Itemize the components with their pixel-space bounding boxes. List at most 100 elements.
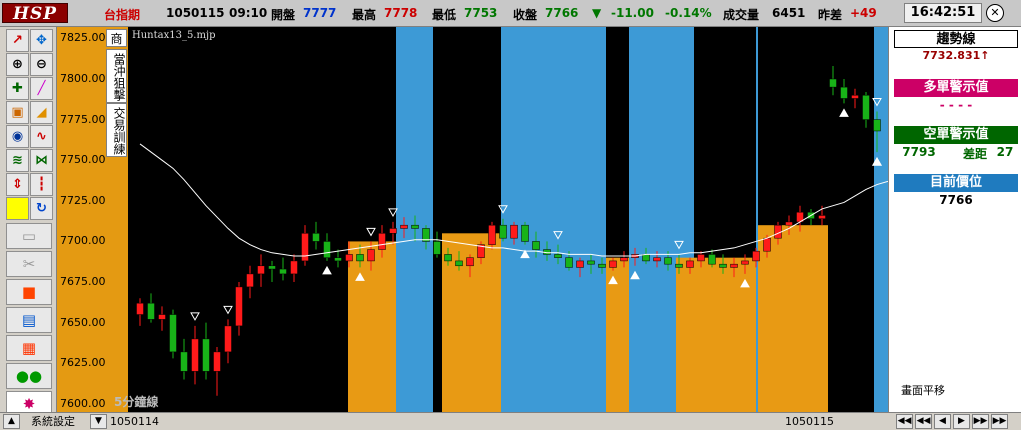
volume-value: 6451 bbox=[772, 6, 806, 20]
last-page-icon[interactable]: ▶▶ bbox=[991, 414, 1008, 429]
close-button[interactable]: ✕ bbox=[986, 4, 1004, 22]
candle-body bbox=[455, 260, 463, 267]
candle-body bbox=[576, 260, 584, 268]
position-label: 目前價位 bbox=[894, 174, 1018, 192]
y-tick-label: 7650.00 bbox=[60, 315, 106, 329]
y-tick-label: 7725.00 bbox=[60, 193, 106, 207]
status-bar: ▲ 系統設定 ▼ 1050114 1050115 ◀◀ ◀◀ ◀ ▶ ▶▶ ▶▶ bbox=[0, 412, 1021, 430]
orange-zone bbox=[348, 241, 396, 412]
rewind-icon[interactable]: ◀◀ bbox=[915, 414, 932, 429]
candle-body bbox=[730, 263, 738, 268]
candle-body bbox=[202, 338, 210, 372]
high-label: 最高 bbox=[352, 8, 377, 22]
candle-body bbox=[620, 257, 628, 262]
dropdown-arrow-icon[interactable]: ▼ bbox=[90, 414, 107, 429]
lock-icon[interactable]: ▣ bbox=[6, 101, 29, 124]
mode-tabs: 商 當沖狙擊 交易訓練 bbox=[105, 27, 128, 412]
candle-body bbox=[587, 260, 595, 265]
position-value: 7766 bbox=[939, 193, 973, 207]
candle-body bbox=[873, 119, 881, 132]
color-icon[interactable] bbox=[6, 197, 29, 220]
report-icon[interactable]: ▤ bbox=[6, 307, 52, 333]
candle-body bbox=[554, 254, 562, 258]
zoom-in-icon[interactable]: ⊕ bbox=[6, 53, 29, 76]
orange-zone bbox=[676, 257, 694, 412]
short-warning-value: 7793 bbox=[902, 145, 936, 159]
start-date-field[interactable]: 1050114 bbox=[110, 415, 159, 429]
crosshair-icon[interactable]: ✚ bbox=[6, 77, 29, 100]
trading-app-window: HSP 台指期 1050115 09:10 開盤 7777 最高 7778 最低… bbox=[0, 0, 1021, 430]
change-value: -11.00 bbox=[611, 6, 654, 20]
wave-icon[interactable]: ∿ bbox=[30, 125, 53, 148]
arrow-icon[interactable]: ⇕ bbox=[6, 173, 29, 196]
first-page-icon[interactable]: ◀◀ bbox=[896, 414, 913, 429]
candle-body bbox=[719, 263, 727, 268]
blue-zone bbox=[874, 27, 888, 412]
y-tick-label: 7600.00 bbox=[60, 396, 106, 410]
candle-body bbox=[862, 94, 870, 120]
candle-body bbox=[499, 224, 507, 239]
candle-body bbox=[851, 94, 859, 99]
folder-icon[interactable]: ▭ bbox=[6, 223, 52, 249]
y-tick-label: 7750.00 bbox=[60, 153, 106, 167]
people-icon[interactable]: ●● bbox=[6, 363, 52, 389]
candlestick-chart[interactable]: Huntax13_5.mjp 5分鐘線 bbox=[114, 27, 888, 412]
candle-body bbox=[312, 233, 320, 242]
candle-body bbox=[763, 237, 771, 252]
candle-body bbox=[290, 260, 298, 275]
y-tick-label: 7625.00 bbox=[60, 356, 106, 370]
candle-body bbox=[565, 257, 573, 268]
candle-body bbox=[818, 215, 826, 219]
y-tick-label: 7825.00 bbox=[60, 31, 106, 45]
candle-body bbox=[444, 254, 452, 262]
fast-forward-icon[interactable]: ▶▶ bbox=[972, 414, 989, 429]
candle-body bbox=[257, 265, 265, 275]
candle-body bbox=[378, 233, 386, 250]
candle-body bbox=[169, 314, 177, 353]
tab-trading-training[interactable]: 交易訓練 bbox=[106, 103, 127, 157]
symbol-name[interactable]: 台指期 bbox=[104, 6, 140, 23]
candle-body bbox=[675, 263, 683, 268]
signal-panel: 趨勢線 7732.831↑ 多單警示值 - - - - 空單警示值 7793 差… bbox=[888, 27, 1021, 412]
candle-body bbox=[180, 351, 188, 372]
step-back-icon[interactable]: ◀ bbox=[934, 414, 951, 429]
prev-diff-value: +49 bbox=[850, 6, 877, 20]
settings-button[interactable]: 系統設定 bbox=[31, 415, 75, 429]
candle-body bbox=[246, 273, 254, 288]
long-warning-value: - - - - bbox=[939, 98, 973, 112]
candle-body bbox=[521, 224, 529, 242]
candle-body bbox=[708, 254, 716, 265]
candle-body bbox=[411, 224, 419, 229]
link-icon[interactable]: ⋈ bbox=[30, 149, 53, 172]
trend-line-icon[interactable]: ↗ bbox=[6, 29, 29, 52]
prev-diff-label: 昨差 bbox=[818, 8, 843, 22]
candle-icon[interactable]: ┇ bbox=[30, 173, 53, 196]
trend-label: 趨勢線 bbox=[894, 30, 1018, 48]
short-warning-label: 空單警示值 bbox=[894, 126, 1018, 144]
zoom-out-icon[interactable]: ⊖ bbox=[30, 53, 53, 76]
stop-icon[interactable]: ■ bbox=[6, 279, 52, 305]
high-value: 7778 bbox=[384, 6, 418, 20]
eraser-icon[interactable]: ◢ bbox=[30, 101, 53, 124]
candle-body bbox=[829, 78, 837, 88]
candle-body bbox=[642, 254, 650, 262]
tab-daytrade-sniper[interactable]: 當沖狙擊 bbox=[106, 49, 127, 103]
chart-curve-icon[interactable]: ≋ bbox=[6, 149, 29, 172]
candle-body bbox=[224, 325, 232, 353]
compass-icon[interactable]: ◉ bbox=[6, 125, 29, 148]
open-value: 7777 bbox=[303, 6, 337, 20]
refresh-icon[interactable]: ↻ bbox=[30, 197, 53, 220]
grid-icon[interactable]: ▦ bbox=[6, 335, 52, 361]
step-forward-icon[interactable]: ▶ bbox=[953, 414, 970, 429]
change-percent: -0.14% bbox=[665, 6, 712, 20]
candle-body bbox=[510, 224, 518, 239]
pen-icon[interactable]: ╱ bbox=[30, 77, 53, 100]
tools-icon[interactable]: ✂ bbox=[6, 251, 52, 277]
y-tick-label: 7700.00 bbox=[60, 234, 106, 248]
candle-body bbox=[686, 260, 694, 268]
scroll-up-icon[interactable]: ▲ bbox=[3, 414, 20, 429]
cross-move-icon[interactable]: ✥ bbox=[30, 29, 53, 52]
candle-body bbox=[741, 260, 749, 265]
candle-body bbox=[136, 302, 144, 315]
tab-merchant[interactable]: 商 bbox=[106, 29, 127, 47]
